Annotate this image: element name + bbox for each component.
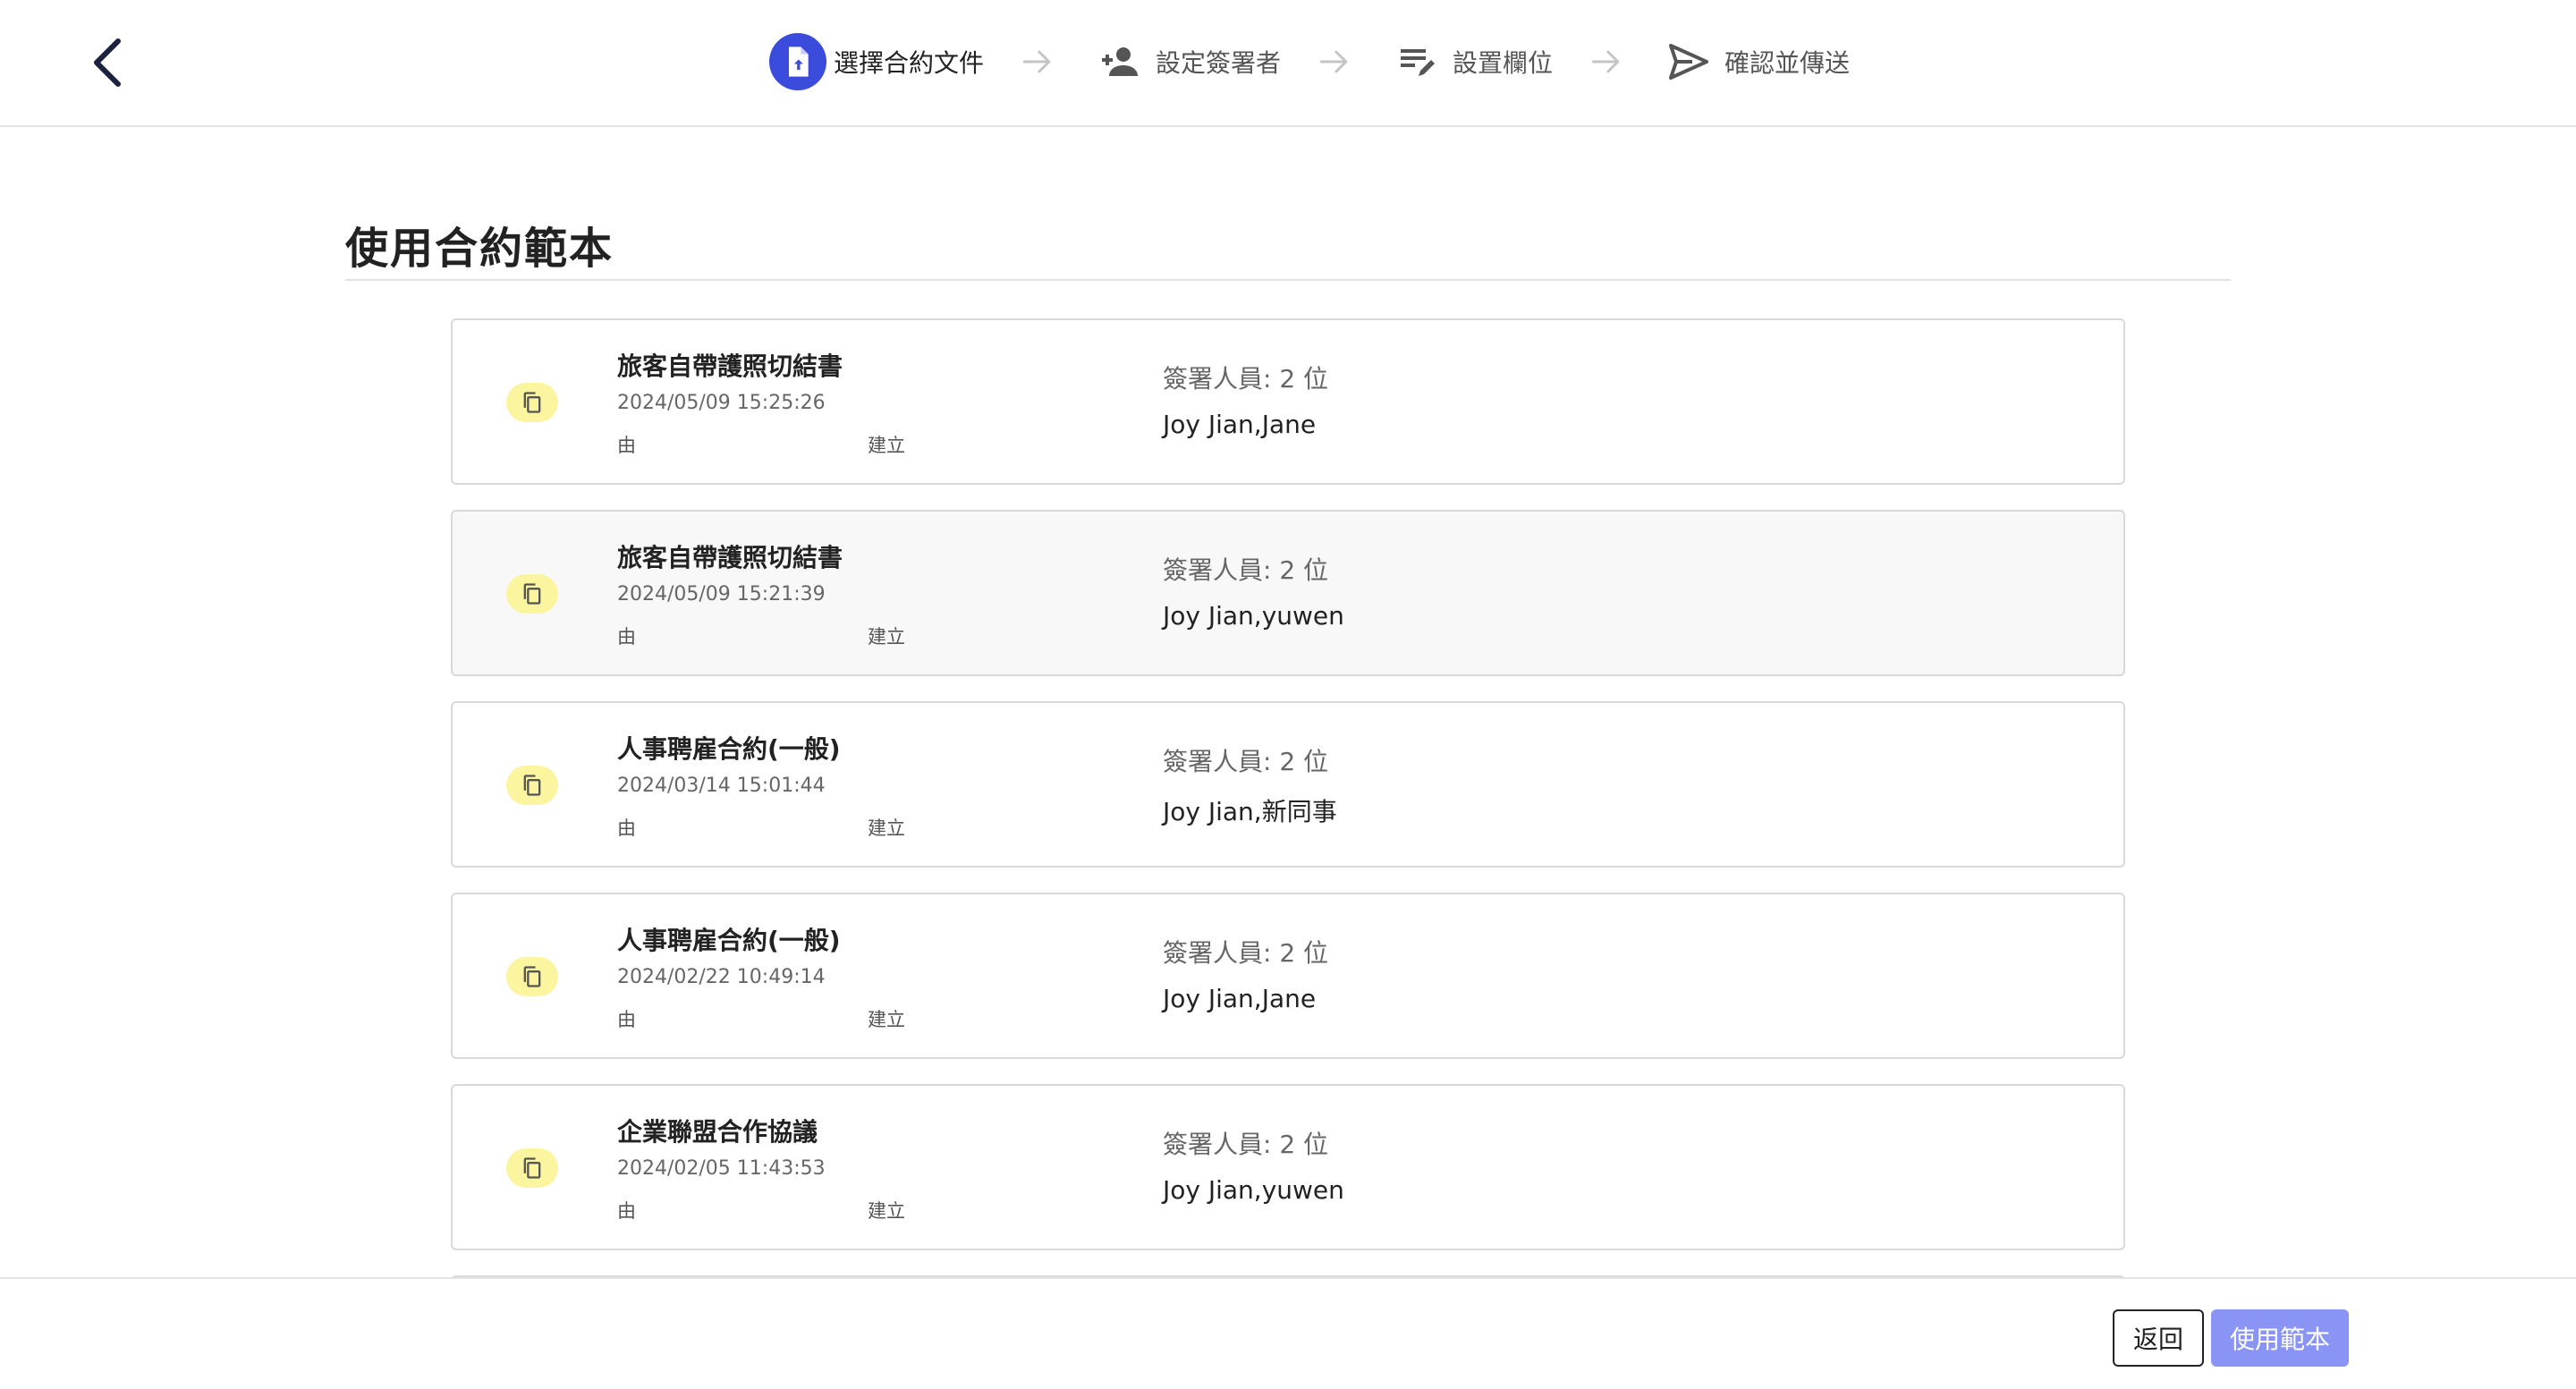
footer: 返回 使用範本 [0,1277,2576,1389]
copy-icon [506,383,558,422]
template-name: 企業聯盟合作協議 [617,1117,818,1147]
edit-note-icon [1388,33,1445,90]
main-content: 使用合約範本 旅客自帶護照切結書 2024/05/09 15:25:26 由 建… [0,127,2576,1277]
page: 選擇合約文件 設定簽署者 設置欄位 確認並傳送 使用合約範本 旅客自帶護照切結書… [0,0,2576,1389]
header: 選擇合約文件 設定簽署者 設置欄位 確認並傳送 [0,0,2576,127]
template-card[interactable]: 人事聘雇合約(一般) 2024/02/22 10:49:14 由 建立 簽署人員… [451,893,2125,1059]
template-card[interactable]: 企業聯盟合作協議 2024/02/05 11:43:53 由 建立 簽署人員: … [451,1084,2125,1250]
back-button[interactable] [82,32,132,93]
arrow-right-icon [1009,33,1066,90]
signer-count: 簽署人員: 2 位 [1163,747,1329,776]
created-suffix: 建立 [868,435,905,456]
signer-count: 簽署人員: 2 位 [1163,555,1329,585]
signer-names: Joy Jian,Jane [1163,984,1317,1013]
signer-count: 簽署人員: 2 位 [1163,938,1329,968]
template-name: 旅客自帶護照切結書 [617,351,843,381]
divider [345,279,2231,281]
created-by-prefix: 由 [617,435,636,456]
created-suffix: 建立 [868,1200,905,1222]
step-confirm-send[interactable]: 確認並傳送 [1660,33,1850,90]
template-name: 人事聘雇合約(一般) [617,734,841,764]
created-by-prefix: 由 [617,1200,636,1222]
template-date: 2024/05/09 15:21:39 [617,583,826,606]
copy-icon [506,766,558,805]
template-date: 2024/02/22 10:49:14 [617,966,826,988]
step-set-fields[interactable]: 設置欄位 [1388,33,1553,90]
template-card[interactable]: 人事聘雇合約(一般) 2024/03/14 15:01:44 由 建立 簽署人員… [451,701,2125,868]
step-label: 設定簽署者 [1156,48,1282,78]
signer-count: 簽署人員: 2 位 [1163,364,1329,394]
signer-names: Joy Jian,yuwen [1163,601,1344,631]
template-date: 2024/05/09 15:25:26 [617,392,826,414]
template-date: 2024/03/14 15:01:44 [617,775,826,797]
created-suffix: 建立 [868,817,905,839]
step-set-signers[interactable]: 設定簽署者 [1091,33,1281,90]
page-title: 使用合約範本 [345,224,614,274]
person-add-icon [1091,33,1148,90]
template-card[interactable]: 旅客自帶護照切結書 2024/05/09 15:25:26 由 建立 簽署人員:… [451,318,2125,485]
step-label: 設置欄位 [1453,48,1554,78]
file-upload-icon [769,33,826,90]
step-label: 確認並傳送 [1724,48,1851,78]
template-name: 人事聘雇合約(一般) [617,926,841,955]
stepper: 選擇合約文件 設定簽署者 設置欄位 確認並傳送 [769,32,1850,91]
send-icon [1660,33,1717,90]
copy-icon [506,957,558,996]
created-suffix: 建立 [868,626,905,648]
template-name: 旅客自帶護照切結書 [617,543,843,572]
template-date: 2024/02/05 11:43:53 [617,1157,826,1180]
created-suffix: 建立 [868,1009,905,1030]
copy-icon [506,1148,558,1188]
signer-names: Joy Jian,yuwen [1163,1175,1344,1205]
arrow-right-icon [1306,33,1363,90]
created-by-prefix: 由 [617,1009,636,1030]
signer-count: 簽署人員: 2 位 [1163,1130,1329,1159]
signer-names: Joy Jian,新同事 [1163,797,1337,826]
back-button[interactable]: 返回 [2113,1309,2204,1367]
step-label: 選擇合約文件 [834,48,985,78]
created-by-prefix: 由 [617,626,636,648]
copy-icon [506,574,558,614]
chevron-left-icon [94,38,121,87]
template-list: 旅客自帶護照切結書 2024/05/09 15:25:26 由 建立 簽署人員:… [451,318,2125,1277]
template-card[interactable]: 旅客自帶護照切結書 2024/05/09 15:21:39 由 建立 簽署人員:… [451,510,2125,676]
signer-names: Joy Jian,Jane [1163,410,1317,439]
use-template-button[interactable]: 使用範本 [2211,1309,2349,1367]
arrow-right-icon [1578,33,1635,90]
created-by-prefix: 由 [617,817,636,839]
step-select-document[interactable]: 選擇合約文件 [769,33,984,90]
